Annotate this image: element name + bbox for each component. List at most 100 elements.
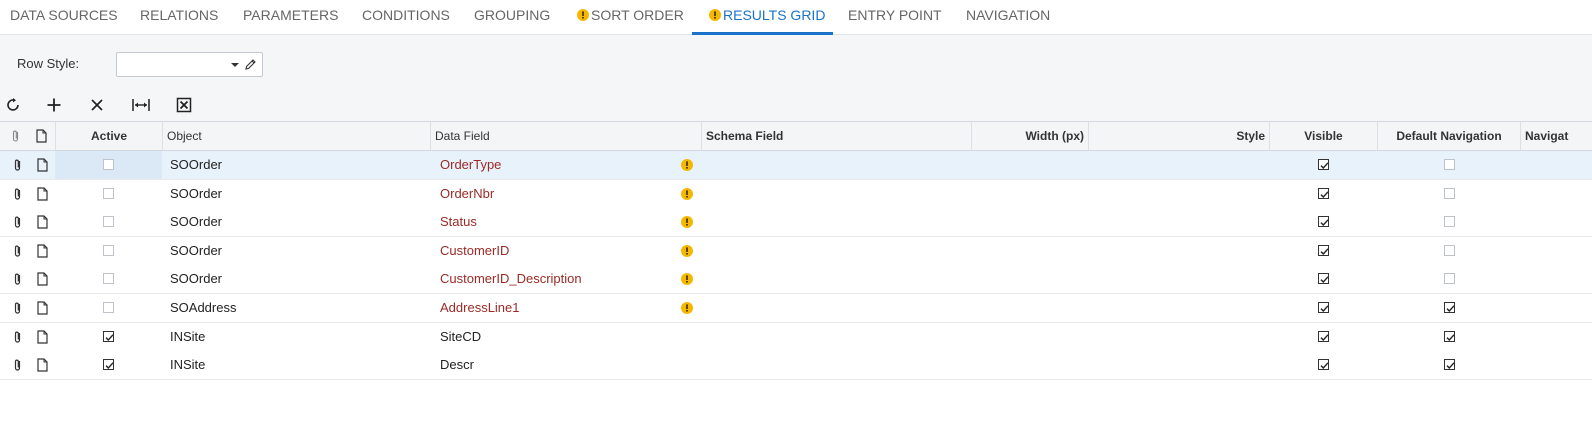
header-default-navigation[interactable]: Default Navigation [1378, 122, 1521, 150]
width-cell[interactable] [976, 265, 1085, 293]
header-navigation[interactable]: Navigat [1521, 122, 1592, 150]
object-cell[interactable]: SOOrder [170, 265, 425, 293]
note-icon[interactable] [37, 358, 48, 377]
visible-checkbox[interactable] [1318, 187, 1329, 199]
table-row[interactable]: SOAddress AddressLine1 [0, 294, 1592, 323]
width-cell[interactable] [976, 151, 1085, 179]
visible-checkbox[interactable] [1318, 330, 1329, 342]
schema-field-cell[interactable] [706, 180, 968, 208]
schema-field-cell[interactable] [706, 265, 968, 293]
tab-entry-point[interactable]: ENTRY POINT [848, 0, 942, 35]
paperclip-icon[interactable] [13, 187, 23, 206]
default-navigation-checkbox[interactable] [1444, 330, 1455, 342]
default-navigation-checkbox[interactable] [1444, 302, 1455, 313]
style-cell[interactable] [1093, 208, 1266, 236]
schema-field-cell[interactable] [706, 151, 968, 179]
table-row[interactable]: SOOrder CustomerID [0, 236, 1592, 266]
schema-field-cell[interactable] [706, 323, 968, 351]
schema-field-cell[interactable] [706, 237, 968, 265]
tab-navigation[interactable]: NAVIGATION [966, 0, 1050, 35]
schema-field-cell[interactable] [706, 351, 968, 379]
style-cell[interactable] [1093, 294, 1266, 322]
active-checkbox[interactable] [103, 273, 114, 285]
schema-field-cell[interactable] [706, 294, 968, 322]
paperclip-icon[interactable] [13, 301, 23, 320]
table-row[interactable]: SOOrder OrderType [0, 151, 1592, 180]
note-icon[interactable] [37, 329, 48, 349]
object-cell[interactable]: INSite [170, 351, 425, 379]
object-cell[interactable]: SOOrder [170, 237, 425, 265]
data-field-cell[interactable]: CustomerID [440, 237, 680, 265]
style-cell[interactable] [1093, 180, 1266, 208]
delete-row-button[interactable] [84, 94, 110, 116]
table-row[interactable]: SOOrder Status [0, 208, 1592, 238]
header-data-field[interactable]: Data Field [431, 122, 702, 150]
data-field-cell[interactable]: SiteCD [440, 323, 680, 351]
header-schema-field[interactable]: Schema Field [702, 122, 972, 150]
paperclip-icon[interactable] [13, 358, 23, 377]
width-cell[interactable] [976, 323, 1085, 351]
tab-relations[interactable]: RELATIONS [140, 0, 218, 35]
table-row[interactable]: INSite SiteCD [0, 322, 1592, 352]
default-navigation-checkbox[interactable] [1444, 273, 1455, 285]
style-cell[interactable] [1093, 351, 1266, 379]
header-active[interactable]: Active [55, 122, 163, 150]
visible-checkbox[interactable] [1318, 244, 1329, 256]
style-cell[interactable] [1093, 323, 1266, 351]
tab-grouping[interactable]: GROUPING [474, 0, 550, 35]
object-cell[interactable]: SOAddress [170, 294, 425, 322]
object-cell[interactable]: SOOrder [170, 151, 425, 179]
header-visible[interactable]: Visible [1270, 122, 1378, 150]
pencil-icon[interactable] [244, 58, 257, 71]
default-navigation-checkbox[interactable] [1444, 244, 1455, 256]
tab-sort-order[interactable]: SORT ORDER [577, 0, 684, 35]
fit-width-button[interactable] [128, 94, 154, 116]
chevron-down-icon[interactable] [231, 63, 239, 67]
active-checkbox[interactable] [103, 244, 114, 256]
object-cell[interactable]: INSite [170, 323, 425, 351]
tab-parameters[interactable]: PARAMETERS [243, 0, 338, 35]
note-icon[interactable] [37, 272, 48, 291]
paperclip-icon[interactable] [13, 158, 23, 177]
tab-results-grid[interactable]: RESULTS GRID [692, 0, 833, 35]
object-cell[interactable]: SOOrder [170, 180, 425, 208]
add-row-button[interactable] [41, 94, 67, 116]
schema-field-cell[interactable] [706, 208, 968, 236]
style-cell[interactable] [1093, 237, 1266, 265]
tab-data-sources[interactable]: DATA SOURCES [10, 0, 118, 35]
visible-checkbox[interactable] [1318, 302, 1329, 313]
tab-conditions[interactable]: CONDITIONS [362, 0, 450, 35]
header-object[interactable]: Object [163, 122, 431, 150]
width-cell[interactable] [976, 208, 1085, 236]
refresh-button[interactable] [0, 94, 26, 116]
visible-checkbox[interactable] [1318, 359, 1329, 371]
active-checkbox[interactable] [103, 330, 114, 342]
note-icon[interactable] [37, 244, 48, 263]
style-cell[interactable] [1093, 151, 1266, 179]
data-field-cell[interactable]: CustomerID_Description [440, 265, 680, 293]
paperclip-icon[interactable] [13, 244, 23, 263]
visible-checkbox[interactable] [1318, 216, 1329, 228]
default-navigation-checkbox[interactable] [1444, 359, 1455, 371]
width-cell[interactable] [976, 351, 1085, 379]
style-cell[interactable] [1093, 265, 1266, 293]
table-row[interactable]: SOOrder CustomerID_Description [0, 265, 1592, 295]
active-checkbox[interactable] [103, 159, 114, 170]
data-field-cell[interactable]: Descr [440, 351, 680, 379]
header-style[interactable]: Style [1089, 122, 1270, 150]
note-icon[interactable] [37, 215, 48, 234]
data-field-cell[interactable]: AddressLine1 [440, 294, 680, 322]
note-icon[interactable] [37, 186, 48, 206]
data-field-cell[interactable]: OrderType [440, 151, 680, 179]
active-checkbox[interactable] [103, 187, 114, 199]
object-cell[interactable]: SOOrder [170, 208, 425, 236]
active-checkbox[interactable] [103, 302, 114, 313]
active-checkbox[interactable] [103, 359, 114, 371]
note-icon[interactable] [37, 158, 48, 177]
paperclip-icon[interactable] [13, 215, 23, 234]
excel-export-button[interactable] [171, 94, 197, 116]
visible-checkbox[interactable] [1318, 273, 1329, 285]
data-field-cell[interactable]: OrderNbr [440, 180, 680, 208]
width-cell[interactable] [976, 237, 1085, 265]
table-row[interactable]: SOOrder OrderNbr [0, 179, 1592, 209]
